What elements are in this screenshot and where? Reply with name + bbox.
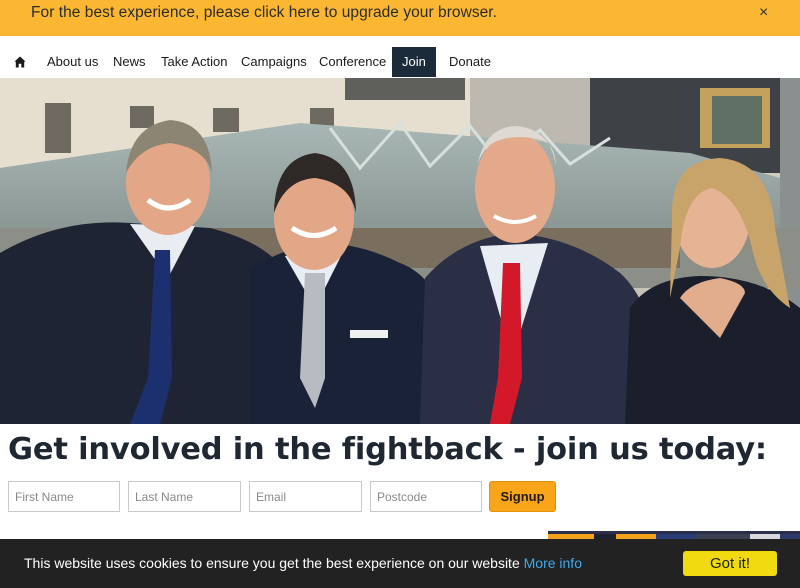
cookie-message: This website uses cookies to ensure you …	[24, 555, 520, 571]
hero-photo	[0, 78, 800, 424]
nav-item-join[interactable]: Join	[392, 47, 436, 77]
last-name-field[interactable]	[128, 481, 241, 512]
hero-image	[0, 78, 800, 424]
page: For the best experience, please click he…	[0, 0, 800, 588]
first-name-field[interactable]	[8, 481, 120, 512]
nav-item-campaigns[interactable]: Campaigns	[241, 47, 307, 77]
close-icon[interactable]: ×	[759, 4, 768, 22]
cookie-accept-button[interactable]: Got it!	[683, 551, 777, 576]
more-info-link[interactable]: More info	[524, 555, 582, 571]
cookie-consent-bar: This website uses cookies to ensure you …	[0, 539, 800, 588]
upgrade-banner-message[interactable]: For the best experience, please click he…	[31, 4, 497, 22]
email-field[interactable]	[249, 481, 362, 512]
cookie-message-line: This website uses cookies to ensure you …	[24, 555, 582, 572]
main-nav: About us News Take Action Campaigns Conf…	[0, 36, 800, 78]
postcode-field[interactable]	[370, 481, 482, 512]
join-headline: Get involved in the fightback - join us …	[8, 432, 767, 467]
nav-item-conference[interactable]: Conference	[319, 47, 386, 77]
signup-button[interactable]: Signup	[489, 481, 556, 512]
nav-item-donate[interactable]: Donate	[449, 47, 491, 77]
nav-item-about-us[interactable]: About us	[47, 47, 98, 77]
nav-item-news[interactable]: News	[113, 47, 146, 77]
nav-item-take-action[interactable]: Take Action	[161, 47, 228, 77]
upgrade-browser-banner[interactable]: For the best experience, please click he…	[0, 0, 800, 36]
home-icon[interactable]	[14, 56, 26, 68]
